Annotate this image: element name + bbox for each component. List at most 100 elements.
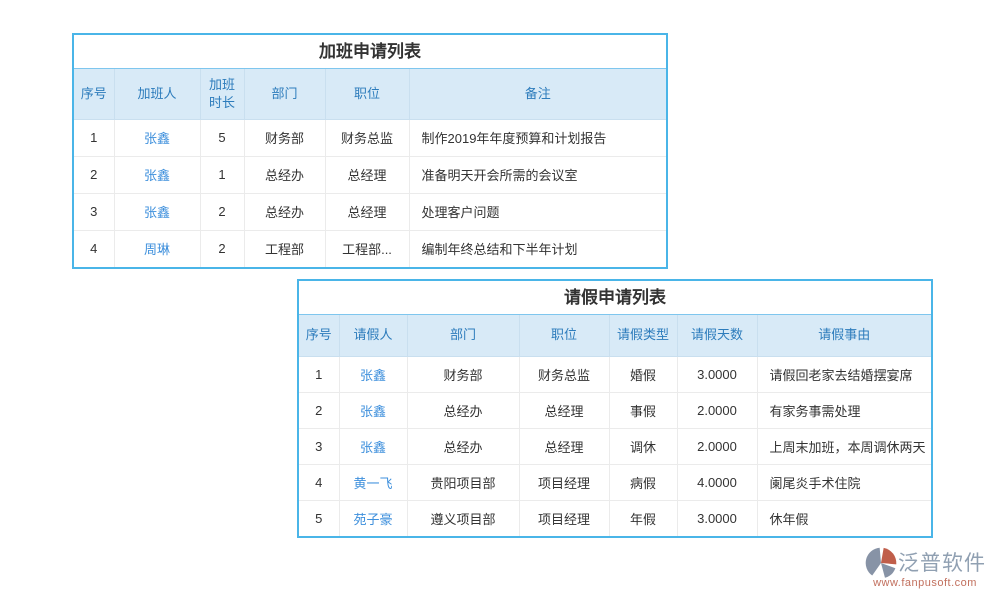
overtime-table-card: 加班申请列表 序号加班人加班时长部门职位备注 1张鑫5财务部财务总监制作2019… xyxy=(72,33,668,269)
table-cell: 上周末加班，本周调休两天 xyxy=(757,428,931,464)
person-link[interactable]: 张鑫 xyxy=(144,131,170,146)
table-cell: 项目经理 xyxy=(519,500,609,536)
table-cell: 病假 xyxy=(609,464,677,500)
table-cell: 工程部... xyxy=(325,230,409,267)
fanpu-logo-top: 泛普软件 xyxy=(864,546,986,580)
table-cell: 4 xyxy=(74,230,114,267)
table-cell: 制作2019年年度预算和计划报告 xyxy=(409,119,666,156)
overtime-table-title: 加班申请列表 xyxy=(74,35,666,69)
column-header: 部门 xyxy=(407,315,519,356)
table-cell: 财务总监 xyxy=(325,119,409,156)
column-header: 部门 xyxy=(244,69,325,119)
table-cell: 4 xyxy=(299,464,339,500)
column-header: 加班时长 xyxy=(200,69,244,119)
table-cell: 5 xyxy=(299,500,339,536)
table-row: 1 张鑫 财务部财务总监婚假3.0000请假回老家去结婚摆宴席 xyxy=(299,356,931,392)
table-cell: 张鑫 xyxy=(114,119,200,156)
column-header: 序号 xyxy=(299,315,339,356)
person-link[interactable]: 周琳 xyxy=(144,242,170,257)
header-row: 序号请假人部门职位请假类型请假天数请假事由 xyxy=(299,315,931,356)
person-link[interactable]: 张鑫 xyxy=(144,168,170,183)
table-cell: 财务部 xyxy=(407,356,519,392)
table-cell: 休年假 xyxy=(757,500,931,536)
table-cell: 财务部 xyxy=(244,119,325,156)
leave-table: 序号请假人部门职位请假类型请假天数请假事由 1张鑫财务部财务总监婚假3.0000… xyxy=(299,315,931,536)
table-cell: 2 xyxy=(200,193,244,230)
person-link[interactable]: 黄一飞 xyxy=(353,476,392,491)
table-cell: 2 xyxy=(74,156,114,193)
table-cell: 总经办 xyxy=(407,428,519,464)
table-cell: 3 xyxy=(299,428,339,464)
table-cell: 张鑫 xyxy=(339,356,407,392)
table-cell: 3.0000 xyxy=(677,356,757,392)
table-cell: 有家务事需处理 xyxy=(757,392,931,428)
table-cell: 准备明天开会所需的会议室 xyxy=(409,156,666,193)
person-link[interactable]: 张鑫 xyxy=(360,440,386,455)
leave-table-title: 请假申请列表 xyxy=(299,281,931,315)
leave-table-card: 请假申请列表 序号请假人部门职位请假类型请假天数请假事由 1 张鑫 财务部财务总监婚… xyxy=(297,279,933,538)
table-cell: 2 xyxy=(299,392,339,428)
table-row: 5 苑子豪遵义项目部项目经理年假3.0000休年假 xyxy=(299,500,931,536)
table-cell: 4.0000 xyxy=(677,464,757,500)
table-cell: 调休 xyxy=(609,428,677,464)
table-cell: 处理客户问题 xyxy=(409,193,666,230)
fanpu-logo-text: 泛普软件 xyxy=(898,553,986,574)
column-header: 请假事由 xyxy=(757,315,931,356)
table-cell: 遵义项目部 xyxy=(407,500,519,536)
table-cell: 3.0000 xyxy=(677,500,757,536)
table-row: 4 黄一飞贵阳项目部项目经理病假4.0000阑尾炎手术住院 xyxy=(299,464,931,500)
person-link[interactable]: 张鑫 xyxy=(144,205,170,220)
fanpu-logo-icon xyxy=(864,546,898,580)
table-cell: 编制年终总结和下半年计划 xyxy=(409,230,666,267)
overtime-table: 序号加班人加班时长部门职位备注 1张鑫5财务部财务总监制作2019年年度预算和计… xyxy=(74,69,666,267)
table-cell: 总经办 xyxy=(244,193,325,230)
table-cell: 周琳 xyxy=(114,230,200,267)
fanpu-logo[interactable]: 泛普软件 www.fanpusoft.com xyxy=(864,546,986,589)
person-link[interactable]: 张鑫 xyxy=(360,404,386,419)
table-cell: 苑子豪 xyxy=(339,500,407,536)
table-cell: 总经理 xyxy=(519,392,609,428)
page: 加班申请列表 序号加班人加班时长部门职位备注 1张鑫5财务部财务总监制作2019… xyxy=(0,0,1000,600)
column-header: 请假类型 xyxy=(609,315,677,356)
table-cell: 婚假 xyxy=(609,356,677,392)
table-cell: 请假回老家去结婚摆宴席 xyxy=(757,356,931,392)
column-header: 备注 xyxy=(409,69,666,119)
column-header: 职位 xyxy=(519,315,609,356)
table-cell: 总经理 xyxy=(325,156,409,193)
table-cell: 黄一飞 xyxy=(339,464,407,500)
table-cell: 3 xyxy=(74,193,114,230)
table-cell: 张鑫 xyxy=(114,156,200,193)
table-cell: 事假 xyxy=(609,392,677,428)
table-cell: 项目经理 xyxy=(519,464,609,500)
person-link[interactable]: 苑子豪 xyxy=(353,512,392,527)
table-row: 2 张鑫 1总经办总经理准备明天开会所需的会议室 xyxy=(74,156,666,193)
table-cell: 阑尾炎手术住院 xyxy=(757,464,931,500)
column-header: 序号 xyxy=(74,69,114,119)
table-cell: 张鑫 xyxy=(339,428,407,464)
table-cell: 1 xyxy=(299,356,339,392)
table-cell: 2.0000 xyxy=(677,392,757,428)
header-row: 序号加班人加班时长部门职位备注 xyxy=(74,69,666,119)
column-header: 请假人 xyxy=(339,315,407,356)
table-cell: 1 xyxy=(200,156,244,193)
table-row: 4 周琳 2工程部工程部...编制年终总结和下半年计划 xyxy=(74,230,666,267)
table-cell: 张鑫 xyxy=(339,392,407,428)
table-cell: 工程部 xyxy=(244,230,325,267)
table-cell: 贵阳项目部 xyxy=(407,464,519,500)
table-row: 1张鑫5财务部财务总监制作2019年年度预算和计划报告 xyxy=(74,119,666,156)
table-cell: 1 xyxy=(74,119,114,156)
table-cell: 张鑫 xyxy=(114,193,200,230)
table-cell: 总经理 xyxy=(325,193,409,230)
table-cell: 财务总监 xyxy=(519,356,609,392)
table-cell: 2.0000 xyxy=(677,428,757,464)
person-link[interactable]: 张鑫 xyxy=(360,368,386,383)
table-cell: 年假 xyxy=(609,500,677,536)
table-row: 3 张鑫 总经办总经理调休2.0000上周末加班，本周调休两天 xyxy=(299,428,931,464)
table-cell: 总经办 xyxy=(244,156,325,193)
table-cell: 总经理 xyxy=(519,428,609,464)
table-row: 3 张鑫 2总经办总经理处理客户问题 xyxy=(74,193,666,230)
table-row: 2张鑫总经办总经理事假2.0000有家务事需处理 xyxy=(299,392,931,428)
column-header: 加班人 xyxy=(114,69,200,119)
column-header: 职位 xyxy=(325,69,409,119)
table-cell: 2 xyxy=(200,230,244,267)
